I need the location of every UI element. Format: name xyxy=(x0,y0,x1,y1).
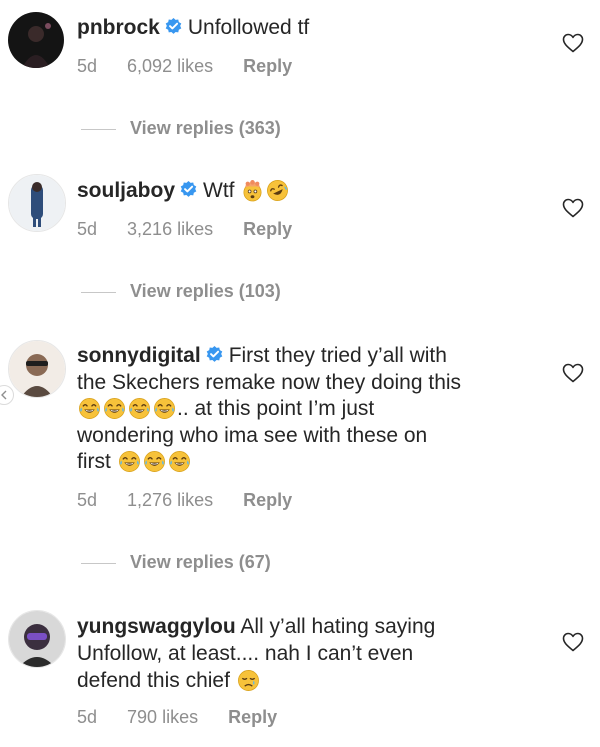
view-replies-button[interactable]: View replies (363) xyxy=(81,118,281,139)
view-replies-label: View replies (363) xyxy=(130,118,281,138)
avatar-image xyxy=(9,341,65,397)
rofl-emoji xyxy=(266,179,289,202)
divider-line xyxy=(81,291,116,293)
reply-button[interactable]: Reply xyxy=(228,707,277,727)
comment-body-line-4: wondering who ima see with these on xyxy=(77,423,428,447)
comment-age: 5d xyxy=(77,219,98,239)
comment-meta: 5d 790 likes Reply xyxy=(77,707,307,728)
comment-text: sonnydigital First they tried y’all with … xyxy=(77,343,537,476)
verified-badge-icon xyxy=(179,180,198,199)
comment-body-line-2: the Skechers remake now they doing this xyxy=(77,370,462,394)
comment-text: souljaboy Wtf xyxy=(77,177,537,204)
joy-emoji xyxy=(153,397,176,420)
comment-text: yungswaggylou All y’all hating saying Un… xyxy=(77,613,537,694)
verified-badge-icon xyxy=(205,345,224,364)
comment-text: pnbrock Unfollowed tf xyxy=(77,14,537,41)
username[interactable]: yungswaggylou xyxy=(77,615,236,638)
exploding-head-emoji xyxy=(241,179,264,202)
comment-body: Wtf xyxy=(203,179,235,202)
avatar[interactable] xyxy=(8,340,66,398)
avatar[interactable] xyxy=(8,610,66,668)
joy-emoji xyxy=(78,397,101,420)
comment-body-line-1: First they tried y’all with xyxy=(228,344,447,367)
comment-age: 5d xyxy=(77,56,98,76)
like-count[interactable]: 3,216 likes xyxy=(127,219,213,239)
verified-badge-icon xyxy=(164,17,183,36)
avatar[interactable] xyxy=(8,174,66,232)
username[interactable]: pnbrock xyxy=(77,16,160,39)
view-replies-label: View replies (67) xyxy=(130,552,271,572)
view-replies-label: View replies (103) xyxy=(130,281,281,301)
comment-age: 5d xyxy=(77,490,98,510)
sad-face-emoji xyxy=(237,669,260,692)
username[interactable]: sonnydigital xyxy=(77,344,201,367)
avatar-image xyxy=(8,12,64,68)
reply-button[interactable]: Reply xyxy=(243,56,292,76)
comment-body: Unfollowed tf xyxy=(187,16,310,39)
reply-button[interactable]: Reply xyxy=(243,219,292,239)
like-count[interactable]: 6,092 likes xyxy=(127,56,213,76)
carousel-arrow[interactable] xyxy=(0,385,14,405)
chevron-left-icon xyxy=(1,390,7,400)
comment-body-line-3: defend this chief xyxy=(77,669,230,692)
heart-outline-icon[interactable] xyxy=(561,196,585,220)
comment-body-line-1: All y’all hating saying xyxy=(240,615,436,638)
comment-meta: 5d 3,216 likes Reply xyxy=(77,219,322,240)
comment-age: 5d xyxy=(77,707,98,727)
like-count[interactable]: 1,276 likes xyxy=(127,490,213,510)
heart-outline-icon[interactable] xyxy=(561,31,585,55)
joy-emoji xyxy=(128,397,151,420)
avatar-image xyxy=(9,175,65,231)
heart-outline-icon[interactable] xyxy=(561,361,585,385)
avatar-image xyxy=(9,611,65,667)
divider-line xyxy=(81,562,116,564)
avatar[interactable] xyxy=(8,12,64,68)
username[interactable]: souljaboy xyxy=(77,179,175,202)
divider-line xyxy=(81,128,116,130)
joy-emoji xyxy=(143,450,166,473)
heart-outline-icon[interactable] xyxy=(561,630,585,654)
joy-emoji xyxy=(103,397,126,420)
comment-body-line-5: first xyxy=(77,450,111,473)
reply-button[interactable]: Reply xyxy=(243,490,292,510)
view-replies-button[interactable]: View replies (103) xyxy=(81,281,281,302)
joy-emoji xyxy=(168,450,191,473)
comment-meta: 5d 1,276 likes Reply xyxy=(77,490,322,511)
like-count[interactable]: 790 likes xyxy=(127,707,198,727)
comment-body-line-3: .. at this point I’m just xyxy=(177,397,375,420)
comment-meta: 5d 6,092 likes Reply xyxy=(77,56,322,77)
joy-emoji xyxy=(118,450,141,473)
view-replies-button[interactable]: View replies (67) xyxy=(81,552,271,573)
comment-body-line-2: Unfollow, at least.... nah I can’t even xyxy=(77,642,414,665)
